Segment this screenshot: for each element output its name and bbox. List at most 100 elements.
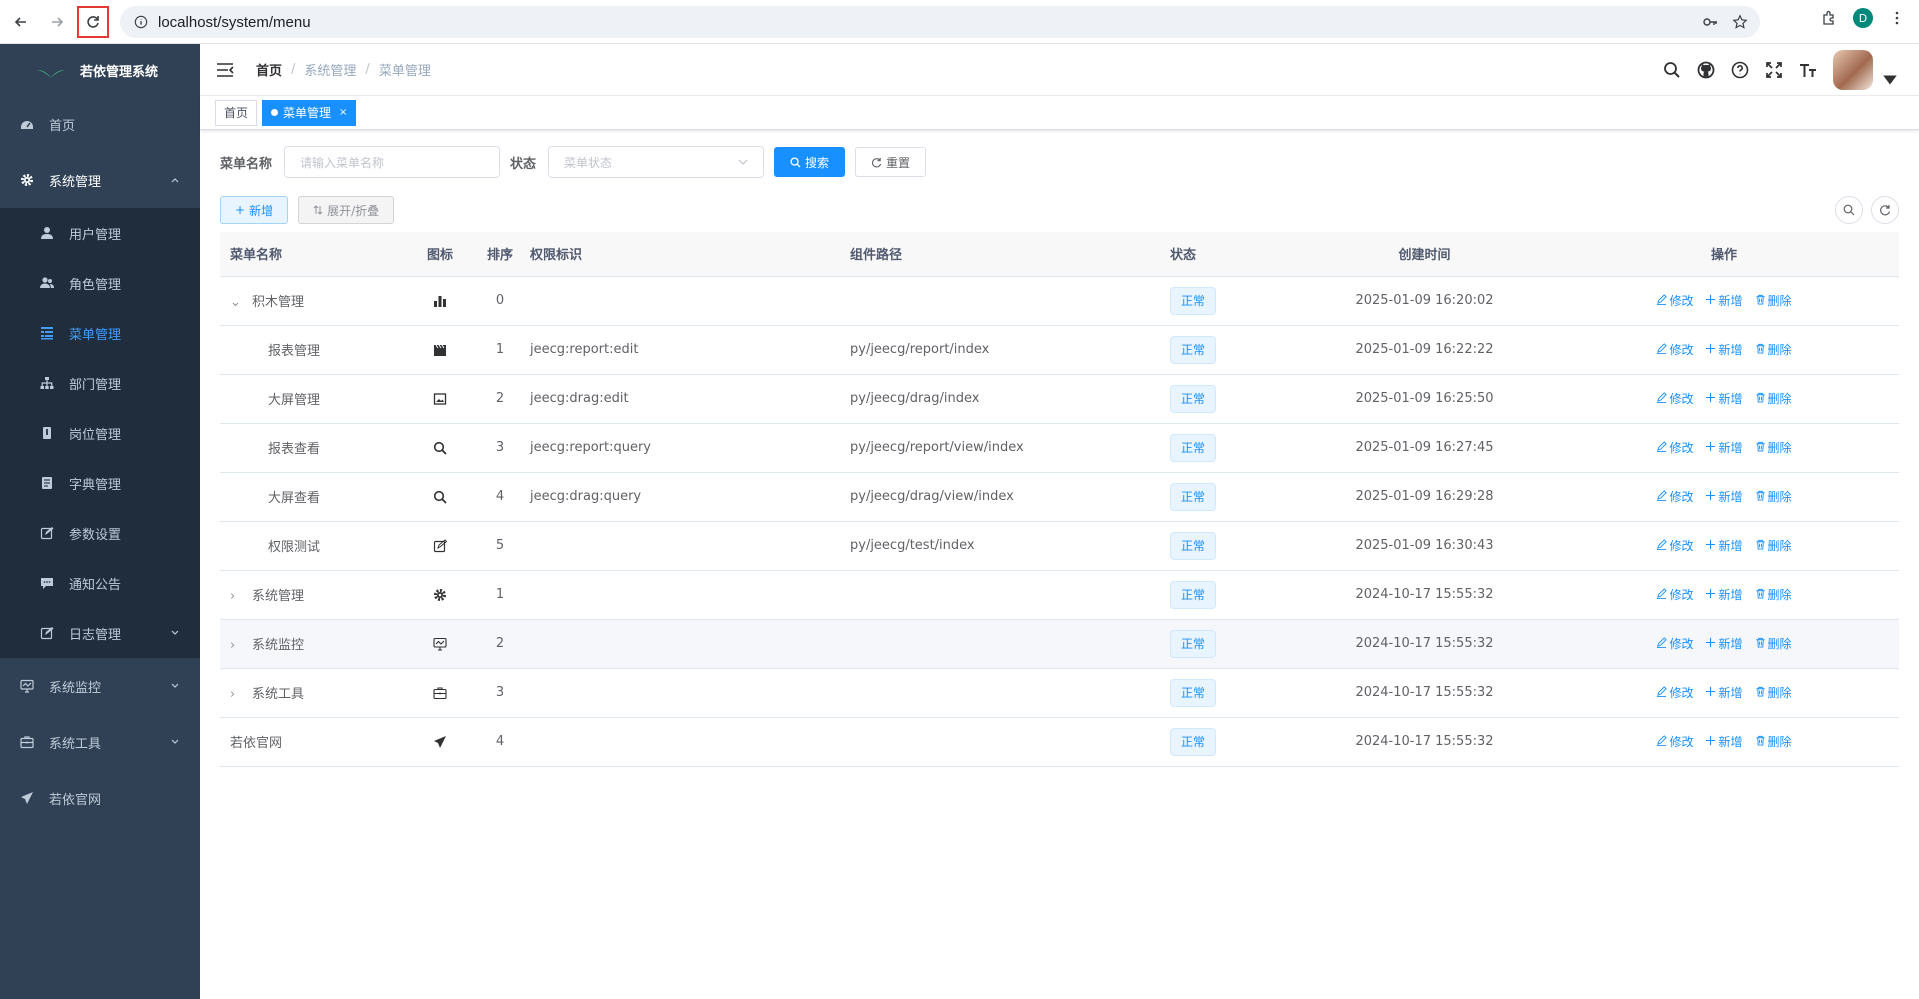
delete-button[interactable]: 删除 [1755, 586, 1792, 603]
table-row[interactable]: 报表管理 1 jeecg:report:edit py/jeecg/report/in… [220, 325, 1899, 375]
caret-down-icon[interactable] [1881, 71, 1899, 89]
sidebar-item-menu[interactable]: 菜单管理 [0, 308, 200, 358]
search-icon[interactable] [1663, 61, 1681, 79]
edit-button[interactable]: 修改 [1656, 439, 1693, 456]
edit-button[interactable]: 修改 [1656, 537, 1693, 554]
add-button-label: 新增 [249, 203, 274, 218]
cell-status: 正常 [1170, 325, 1300, 375]
expand-arrow-icon[interactable]: › [230, 589, 244, 604]
add-child-button[interactable]: 新增 [1705, 439, 1743, 456]
edit-button[interactable]: 修改 [1656, 684, 1693, 701]
refresh-button[interactable] [1871, 196, 1899, 224]
extensions-icon[interactable] [1821, 10, 1837, 26]
add-child-button[interactable]: 新增 [1705, 390, 1743, 407]
delete-button[interactable]: 删除 [1755, 733, 1792, 750]
font-size-icon[interactable] [1799, 61, 1817, 79]
sidebar-item-log[interactable]: 日志管理 [0, 608, 200, 658]
menu-name-input[interactable]: 请输入菜单名称 [284, 146, 501, 178]
collapse-arrow-icon[interactable]: ⌄ [230, 295, 244, 310]
status-select[interactable]: 菜单状态 [548, 146, 765, 178]
delete-button[interactable]: 删除 [1755, 341, 1792, 358]
trash-icon [1755, 343, 1766, 357]
table-row[interactable]: ⌄ 积木管理 0 正常 2025-01-09 16:20:02 修改 新增 删除 [220, 276, 1899, 326]
add-child-button[interactable]: 新增 [1705, 733, 1743, 750]
sidebar-item-home[interactable]: 首页 [0, 96, 200, 152]
hamburger-icon[interactable] [216, 61, 234, 79]
table-row[interactable]: › 系统管理 1 正常 2024-10-17 15:55:32 修改 新增 删除 [220, 570, 1899, 620]
delete-button[interactable]: 删除 [1755, 684, 1792, 701]
table-row[interactable]: 权限测试 5 py/jeecg/test/index 正常 2025-01-09 16:… [220, 521, 1899, 571]
breadcrumb-home[interactable]: 首页 [256, 60, 282, 79]
forward-button[interactable] [42, 7, 72, 37]
fullscreen-icon[interactable] [1765, 61, 1783, 79]
edit-button[interactable]: 修改 [1656, 390, 1693, 407]
more-vert-icon[interactable] [1889, 10, 1905, 26]
key-icon[interactable] [1702, 14, 1718, 30]
sidebar-item-post[interactable]: 岗位管理 [0, 408, 200, 458]
avatar[interactable] [1833, 50, 1873, 90]
add-child-button[interactable]: 新增 [1705, 537, 1743, 554]
add-child-button[interactable]: 新增 [1705, 292, 1743, 309]
edit-button[interactable]: 修改 [1656, 635, 1693, 652]
sidebar-item-dict[interactable]: 字典管理 [0, 458, 200, 508]
tag-home[interactable]: 首页 [215, 99, 258, 126]
add-child-button[interactable]: 新增 [1705, 488, 1743, 505]
expand-arrow-icon[interactable]: › [230, 638, 244, 653]
table-row[interactable]: › 系统监控 2 正常 2024-10-17 15:55:32 修改 新增 删除 [220, 619, 1899, 669]
toggle-search-button[interactable] [1835, 196, 1863, 224]
question-icon[interactable] [1731, 61, 1749, 79]
sidebar-item-notice[interactable]: 通知公告 [0, 558, 200, 608]
profile-avatar[interactable]: D [1853, 8, 1873, 28]
cell-order: 3 [470, 423, 530, 473]
expand-arrow-icon[interactable]: › [230, 687, 244, 702]
back-button[interactable] [6, 7, 36, 37]
delete-button[interactable]: 删除 [1755, 439, 1792, 456]
sidebar-item-tool[interactable]: 系统工具 [0, 714, 200, 770]
add-child-button[interactable]: 新增 [1705, 684, 1743, 701]
sidebar-item-system[interactable]: 系统管理 [0, 152, 200, 208]
delete-button[interactable]: 删除 [1755, 390, 1792, 407]
cell-status: 正常 [1170, 374, 1300, 424]
expand-collapse-button[interactable]: 展开/折叠 [298, 196, 395, 224]
add-button[interactable]: + 新增 [220, 196, 289, 224]
edit-button[interactable]: 修改 [1656, 341, 1693, 358]
delete-button[interactable]: 删除 [1755, 537, 1792, 554]
chevron-down-icon [171, 683, 179, 688]
sidebar-item-monitor[interactable]: 系统监控 [0, 658, 200, 714]
reset-button[interactable]: 重置 [855, 147, 927, 177]
delete-button[interactable]: 删除 [1755, 292, 1792, 309]
cell-create-time: 2024-10-17 15:55:32 [1300, 668, 1549, 718]
sidebar-item-role[interactable]: 角色管理 [0, 258, 200, 308]
delete-button[interactable]: 删除 [1755, 635, 1792, 652]
sidebar-logo[interactable]: 若依管理系统 [0, 44, 200, 96]
table-row[interactable]: 大屏管理 2 jeecg:drag:edit py/jeecg/drag/index 正… [220, 374, 1899, 424]
edit-button[interactable]: 修改 [1656, 292, 1693, 309]
star-icon[interactable] [1732, 14, 1748, 30]
sidebar-item-dept[interactable]: 部门管理 [0, 358, 200, 408]
chevron-up-icon [171, 178, 179, 183]
sidebar-item-config[interactable]: 参数设置 [0, 508, 200, 558]
gear-icon [20, 173, 34, 187]
add-child-button[interactable]: 新增 [1705, 635, 1743, 652]
close-icon[interactable]: × [339, 107, 347, 118]
sidebar-item-guide[interactable]: 若依官网 [0, 770, 200, 826]
tag-menu[interactable]: 菜单管理 × [262, 99, 357, 126]
status-badge: 正常 [1170, 580, 1217, 609]
add-child-button[interactable]: 新增 [1705, 341, 1743, 358]
edit-button[interactable]: 修改 [1656, 733, 1693, 750]
table-row[interactable]: 大屏查看 4 jeecg:drag:query py/jeecg/drag/view/… [220, 472, 1899, 522]
trash-icon [1755, 686, 1766, 700]
github-icon[interactable] [1697, 61, 1715, 79]
table-row[interactable]: 若依官网 4 正常 2024-10-17 15:55:32 修改 新增 删除 [220, 717, 1899, 767]
delete-button[interactable]: 删除 [1755, 488, 1792, 505]
table-row[interactable]: 报表查看 3 jeecg:report:query py/jeecg/report/v… [220, 423, 1899, 473]
reload-button[interactable] [77, 5, 109, 38]
table-row[interactable]: › 系统工具 3 正常 2024-10-17 15:55:32 修改 新增 删除 [220, 668, 1899, 718]
cell-actions: 修改 新增 删除 [1549, 325, 1899, 375]
edit-button[interactable]: 修改 [1656, 586, 1693, 603]
edit-button[interactable]: 修改 [1656, 488, 1693, 505]
add-child-button[interactable]: 新增 [1705, 586, 1743, 603]
address-bar[interactable]: localhost/system/menu [120, 6, 1760, 38]
sidebar-item-user[interactable]: 用户管理 [0, 208, 200, 258]
search-button[interactable]: 搜索 [774, 147, 846, 177]
